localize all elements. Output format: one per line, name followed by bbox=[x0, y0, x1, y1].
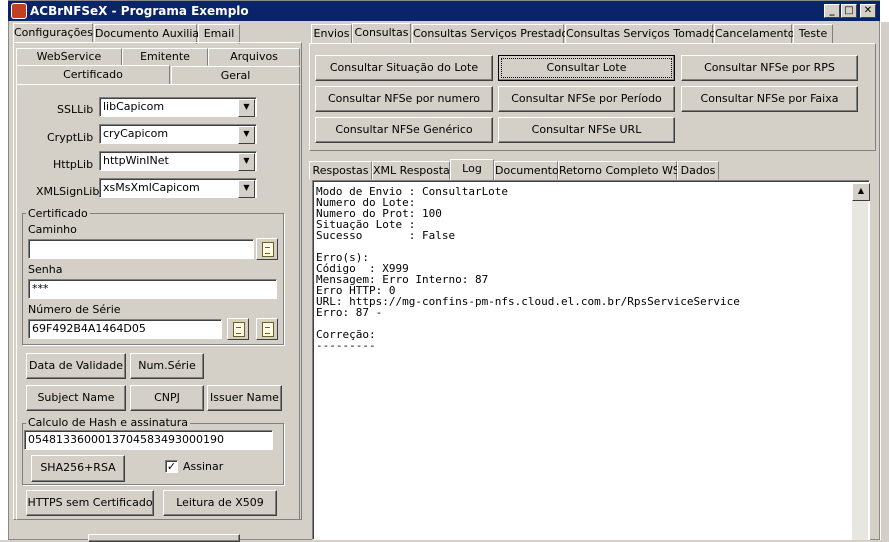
tab-retorno-completo-ws[interactable]: Retorno Completo WS bbox=[558, 161, 680, 180]
consultar-nfse-generico-button[interactable]: Consultar NFSe Genérico bbox=[315, 117, 493, 143]
xmlsignlib-label: XMLSignLib bbox=[36, 185, 100, 198]
sha256-rsa-button[interactable]: SHA256+RSA bbox=[31, 455, 125, 482]
tab-consultas-servicos-prestados[interactable]: Consultas Serviços Prestados bbox=[412, 24, 574, 44]
tab-arquivos[interactable]: Arquivos bbox=[208, 48, 300, 66]
senha-input[interactable]: *** bbox=[28, 279, 277, 299]
httplib-value: httpWinINet bbox=[103, 154, 169, 167]
list-certificates-button[interactable] bbox=[256, 318, 278, 340]
browse-file-button[interactable] bbox=[256, 238, 278, 260]
ssllib-label: SSLLib bbox=[57, 103, 94, 116]
consultar-nfse-rps-button[interactable]: Consultar NFSe por RPS bbox=[681, 55, 858, 81]
tab-emitente[interactable]: Emitente bbox=[122, 48, 208, 66]
bottom-button[interactable] bbox=[88, 534, 240, 542]
window-title: ACBrNFSeX - Programa Exemplo bbox=[30, 4, 249, 18]
tab-geral[interactable]: Geral bbox=[171, 66, 300, 85]
chevron-down-icon[interactable]: ▼ bbox=[238, 153, 255, 171]
consultar-situacao-lote-button[interactable]: Consultar Situação do Lote bbox=[315, 55, 493, 81]
chevron-down-icon[interactable]: ▼ bbox=[238, 99, 255, 117]
tab-documento[interactable]: Documento bbox=[494, 161, 559, 180]
hash-group-title: Calculo de Hash e assinatura bbox=[26, 416, 191, 429]
xmlsignlib-value: xsMsXmlCapicom bbox=[103, 181, 200, 194]
httplib-select[interactable]: httpWinINet ▼ bbox=[99, 151, 257, 171]
tab-email[interactable]: Email bbox=[198, 24, 240, 44]
background-window-edge bbox=[881, 22, 889, 540]
httplib-label: HttpLib bbox=[53, 158, 94, 171]
numserie-input[interactable]: 69F492B4A1464D05 bbox=[28, 319, 222, 339]
caminho-input[interactable] bbox=[28, 239, 254, 259]
consultar-nfse-periodo-button[interactable]: Consultar NFSe por Período bbox=[498, 86, 675, 112]
maximize-button[interactable]: □ bbox=[841, 4, 857, 18]
certificado-group-title: Certificado bbox=[26, 207, 90, 220]
cryptlib-select[interactable]: cryCapicom ▼ bbox=[99, 124, 257, 144]
issuer-name-button[interactable]: Issuer Name bbox=[207, 385, 282, 411]
num-serie-button[interactable]: Num.Série bbox=[130, 353, 204, 379]
consultar-lote-button[interactable]: Consultar Lote bbox=[498, 55, 675, 81]
tab-xml-resposta[interactable]: XML Resposta bbox=[372, 161, 450, 180]
tab-consultas[interactable]: Consultas bbox=[352, 23, 411, 44]
consultar-nfse-faixa-button[interactable]: Consultar NFSe por Faixa bbox=[681, 86, 858, 112]
assinar-checkbox[interactable]: ✓ bbox=[165, 460, 178, 473]
app-icon bbox=[11, 3, 27, 19]
cryptlib-label: CryptLib bbox=[47, 131, 94, 144]
ssllib-select[interactable]: libCapicom ▼ bbox=[99, 97, 257, 117]
ssllib-value: libCapicom bbox=[103, 100, 165, 113]
tab-dados[interactable]: Dados bbox=[677, 161, 719, 180]
tab-teste[interactable]: Teste bbox=[793, 24, 833, 44]
tab-log[interactable]: Log bbox=[450, 159, 494, 180]
select-certificate-button[interactable] bbox=[227, 318, 249, 340]
chevron-down-icon[interactable]: ▼ bbox=[238, 126, 255, 144]
cryptlib-value: cryCapicom bbox=[103, 127, 169, 140]
minimize-button[interactable]: _ bbox=[824, 4, 840, 18]
scroll-up-icon[interactable]: ▲ bbox=[852, 183, 870, 201]
data-validade-button[interactable]: Data de Validade bbox=[26, 353, 126, 379]
chevron-down-icon[interactable]: ▼ bbox=[238, 180, 255, 198]
consultar-nfse-url-button[interactable]: Consultar NFSe URL bbox=[498, 117, 675, 143]
tab-envios[interactable]: Envios bbox=[311, 24, 352, 44]
tab-certificado[interactable]: Certificado bbox=[16, 65, 170, 85]
subject-name-button[interactable]: Subject Name bbox=[26, 385, 126, 411]
document-icon bbox=[262, 322, 274, 337]
tab-documento-auxiliar[interactable]: Documento Auxiliar bbox=[94, 24, 204, 44]
xmlsignlib-select[interactable]: xsMsXmlCapicom ▼ bbox=[99, 178, 257, 198]
tab-webservice[interactable]: WebService bbox=[16, 48, 122, 66]
hash-input[interactable]: 05481336000137045834930001​90 bbox=[24, 430, 273, 450]
close-button[interactable]: ✕ bbox=[860, 4, 876, 18]
log-vertical-scrollbar[interactable]: ▲ bbox=[852, 183, 870, 540]
title-bar: ACBrNFSeX - Programa Exemplo bbox=[8, 1, 880, 21]
tab-cancelamento[interactable]: Cancelamento bbox=[714, 24, 795, 44]
cnpj-button[interactable]: CNPJ bbox=[130, 385, 204, 411]
log-memo[interactable]: Modo de Envio : ConsultarLote Numero do … bbox=[312, 180, 870, 540]
document-icon bbox=[233, 322, 245, 337]
tab-respostas[interactable]: Respostas bbox=[309, 161, 372, 180]
consultar-nfse-numero-button[interactable]: Consultar NFSe por numero bbox=[315, 86, 493, 112]
assinar-label: Assinar bbox=[183, 460, 224, 473]
tab-configuracoes[interactable]: Configurações bbox=[13, 23, 93, 43]
https-sem-certificado-button[interactable]: HTTPS sem Certificado bbox=[26, 490, 154, 516]
caminho-label: Caminho bbox=[28, 223, 77, 236]
leitura-x509-button[interactable]: Leitura de X509 bbox=[163, 490, 277, 516]
document-icon bbox=[262, 242, 274, 257]
senha-label: Senha bbox=[28, 263, 63, 276]
numserie-label: Número de Série bbox=[28, 303, 121, 316]
tab-consultas-servicos-tomados[interactable]: Consultas Serviços Tomados bbox=[565, 24, 722, 44]
